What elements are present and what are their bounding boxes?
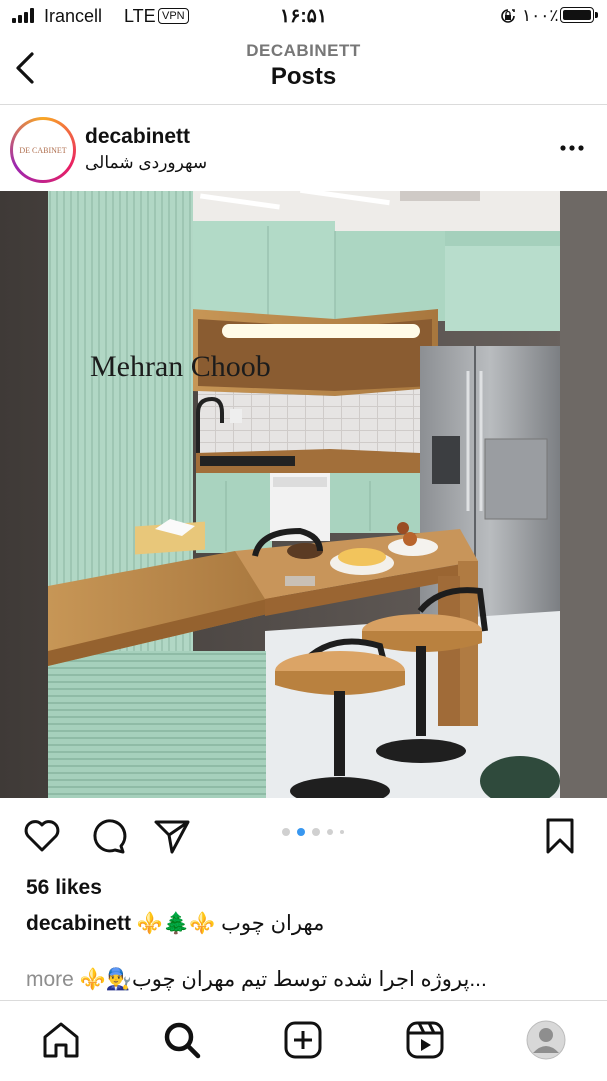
post-actions <box>0 798 607 874</box>
carousel-dot <box>327 829 333 835</box>
caption-username[interactable]: decabinett <box>26 912 131 935</box>
more-link[interactable]: more <box>26 968 74 991</box>
watermark-text: Mehran Choob <box>90 350 271 383</box>
likes-count[interactable]: 56 likes <box>26 876 102 900</box>
avatar[interactable]: DE CABINET <box>10 117 76 183</box>
bookmark-icon[interactable] <box>540 816 580 856</box>
carousel-indicator <box>282 828 344 836</box>
post-image[interactable]: Mehran Choob <box>0 191 607 798</box>
bottom-tab-bar <box>0 1000 607 1081</box>
caption-line2: ⚜️👨‍🔧پروژه اجرا شده توسط تیم مهران چوب..… <box>79 968 487 991</box>
carousel-dot <box>340 830 344 834</box>
add-icon[interactable] <box>282 1019 324 1061</box>
caption: decabinett ⚜️🌲⚜️ مهران چوب <box>26 910 586 938</box>
carousel-dot-active <box>297 828 305 836</box>
status-bar: Irancell LTE VPN ۱۶:۵۱ ۱۰۰٪ <box>0 0 607 34</box>
profile-icon[interactable] <box>525 1019 567 1061</box>
kitchen-photo: Mehran Choob <box>0 191 607 798</box>
header-subtitle: DECABINETT <box>246 41 361 60</box>
carousel-dot <box>282 828 290 836</box>
more-options-icon[interactable] <box>559 135 585 161</box>
caption-more-line: more ⚜️👨‍🔧پروژه اجرا شده توسط تیم مهران … <box>26 966 586 994</box>
post-location[interactable]: سهروردی شمالی <box>85 153 207 173</box>
heart-icon[interactable] <box>22 816 62 856</box>
battery-percent: ۱۰۰٪ <box>522 6 559 25</box>
avatar-logo: DE CABINET <box>19 145 67 155</box>
comment-icon[interactable] <box>88 816 128 856</box>
reels-icon[interactable] <box>404 1019 446 1061</box>
search-icon[interactable] <box>161 1019 203 1061</box>
carousel-dot <box>312 828 320 836</box>
caption-text: ⚜️🌲⚜️ مهران چوب <box>136 912 325 935</box>
post-header: DE CABINET decabinett سهروردی شمالی <box>0 105 607 191</box>
post-username[interactable]: decabinett <box>85 125 190 149</box>
orientation-lock-icon <box>501 9 515 23</box>
battery-icon <box>560 7 598 23</box>
home-icon[interactable] <box>40 1019 82 1061</box>
send-icon[interactable] <box>152 816 192 856</box>
page-title: Posts <box>270 63 337 90</box>
nav-header: DECABINETT Posts <box>0 34 607 105</box>
